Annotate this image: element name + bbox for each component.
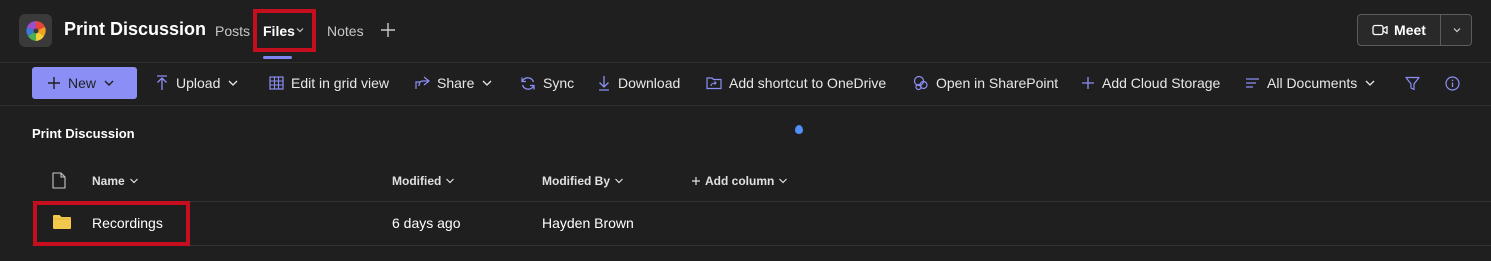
column-name-label: Name	[92, 174, 125, 188]
team-avatar[interactable]	[19, 14, 52, 47]
share-label: Share	[437, 75, 475, 91]
sync-button[interactable]: Sync	[520, 67, 574, 99]
add-shortcut-label: Add shortcut to OneDrive	[729, 75, 887, 91]
filter-icon	[1405, 76, 1420, 90]
sync-icon	[521, 76, 535, 90]
sync-label: Sync	[543, 75, 575, 91]
plus-icon	[48, 77, 60, 89]
meet-button-group: Meet	[1357, 14, 1472, 46]
chevron-down-icon	[228, 80, 238, 86]
highlight-box-recordings	[33, 201, 190, 246]
page-title: Print Discussion	[64, 19, 207, 39]
command-bar-divider	[0, 105, 1491, 106]
active-tab-indicator	[263, 56, 292, 59]
column-header-name[interactable]: Name	[92, 174, 139, 188]
file-type-icon[interactable]	[52, 172, 66, 189]
add-cloud-storage-button[interactable]: Add Cloud Storage	[1081, 67, 1220, 99]
add-shortcut-button[interactable]: Add shortcut to OneDrive	[706, 67, 886, 99]
chevron-down-icon	[615, 178, 623, 184]
upload-icon	[157, 75, 167, 90]
color-wheel-icon	[25, 20, 46, 41]
row-modified: 6 days ago	[392, 215, 461, 231]
meet-options-button[interactable]	[1441, 15, 1472, 45]
open-sharepoint-label: Open in SharePoint	[936, 75, 1059, 91]
view-selector[interactable]: All Documents	[1245, 67, 1376, 99]
new-label: New	[68, 75, 97, 91]
tab-notes[interactable]: Notes	[327, 23, 364, 39]
upload-button[interactable]: Upload	[155, 67, 239, 99]
download-icon	[599, 76, 609, 91]
download-button[interactable]: Download	[597, 67, 680, 99]
plus-icon	[692, 177, 700, 185]
add-tab-icon[interactable]	[379, 21, 397, 39]
share-icon	[415, 76, 430, 89]
chevron-down-icon	[1453, 28, 1460, 33]
edit-grid-label: Edit in grid view	[291, 75, 390, 91]
library-title: Print Discussion	[32, 126, 135, 141]
highlight-box-files-tab	[253, 9, 316, 52]
row-modified-by[interactable]: Hayden Brown	[542, 215, 634, 231]
chevron-down-icon	[1365, 80, 1375, 86]
sharepoint-icon	[913, 75, 928, 91]
add-column-button[interactable]: Add column	[691, 174, 788, 188]
loading-indicator	[795, 125, 803, 134]
column-modified-by-label: Modified By	[542, 174, 610, 188]
open-sharepoint-button[interactable]: Open in SharePoint	[913, 67, 1058, 99]
chevron-down-icon	[446, 178, 455, 184]
upload-label: Upload	[176, 75, 221, 91]
meet-label: Meet	[1394, 22, 1426, 38]
edit-grid-view-button[interactable]: Edit in grid view	[269, 67, 389, 99]
download-label: Download	[618, 75, 681, 91]
chevron-down-icon	[129, 178, 138, 184]
chevron-down-icon	[104, 80, 114, 86]
video-camera-icon	[1372, 24, 1388, 36]
info-button[interactable]	[1445, 67, 1460, 99]
info-icon	[1445, 75, 1460, 91]
view-label: All Documents	[1267, 75, 1358, 91]
column-header-modified[interactable]: Modified	[392, 174, 455, 188]
new-button[interactable]: New	[32, 67, 137, 99]
plus-icon	[1082, 77, 1094, 89]
filter-button[interactable]	[1405, 67, 1420, 99]
add-column-label: Add column	[705, 174, 775, 188]
add-cloud-label: Add Cloud Storage	[1102, 75, 1221, 91]
header-row-divider	[32, 201, 1491, 202]
chevron-down-icon	[779, 178, 788, 184]
column-modified-label: Modified	[392, 174, 442, 188]
share-button[interactable]: Share	[415, 67, 493, 99]
list-view-icon	[1246, 78, 1259, 88]
shortcut-icon	[706, 77, 722, 90]
column-header-modified-by[interactable]: Modified By	[542, 174, 624, 188]
row-divider	[32, 245, 1491, 246]
meet-button[interactable]: Meet	[1358, 15, 1440, 45]
tab-posts[interactable]: Posts	[215, 23, 250, 39]
chevron-down-icon	[482, 80, 492, 86]
grid-icon	[269, 76, 284, 90]
